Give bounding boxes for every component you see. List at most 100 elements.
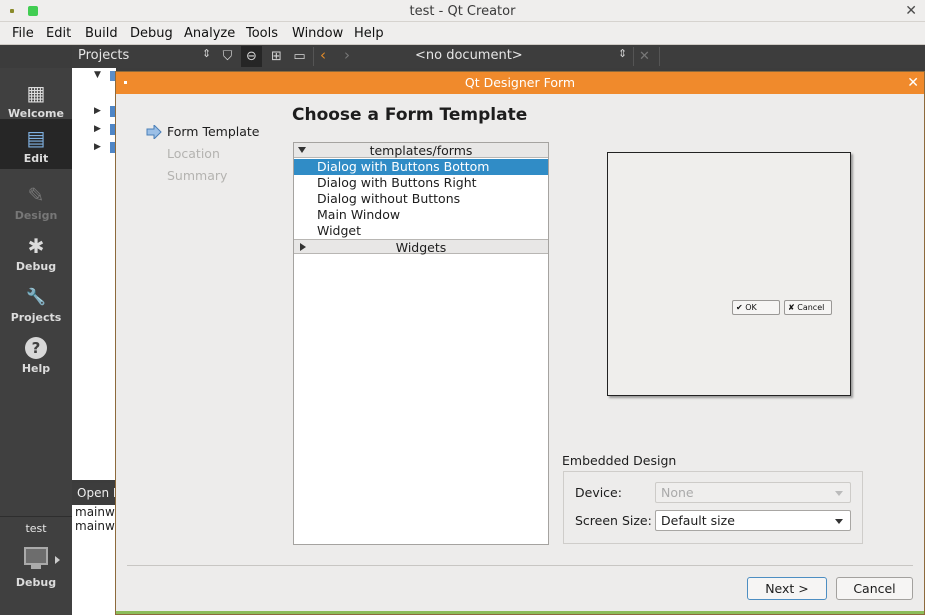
help-icon: ? [25,337,47,359]
mode-edit[interactable]: ▤ Edit [0,119,72,169]
wizard-step-location: Location [167,146,220,161]
mode-debug[interactable]: ✱ Debug [0,227,72,277]
window-close-icon[interactable]: ✕ [905,3,917,19]
menu-help[interactable]: Help [354,26,384,41]
qt-designer-form-dialog: Qt Designer Form ✕ Form Template Locatio… [115,71,925,615]
chevron-down-icon [835,519,843,524]
menu-debug[interactable]: Debug [130,26,173,41]
form-template-tree: templates/forms Dialog with Buttons Bott… [293,142,549,545]
kit-project-name: test [25,522,47,535]
check-icon: ✔ [736,303,743,312]
page-title: Choose a Form Template [292,105,528,125]
template-dialog-buttons-right[interactable]: Dialog with Buttons Right [294,175,548,191]
new-window-icon[interactable]: ▭ [289,46,310,67]
mode-label: Help [21,362,51,375]
forward-icon[interactable]: › [344,46,350,64]
editor-toolbar: Projects ⇕ ⛉ ⊖ ⊞ ▭ ‹ › <no document> ⇕ ✕ [72,45,925,68]
open-documents-list: mainwindow.cpp mainwindow.h [72,505,116,615]
preview-ok-button: ✔ OK [732,300,780,315]
tree-expand-icon[interactable]: ▶ [94,106,101,116]
next-button[interactable]: Next > [747,577,827,600]
mode-projects[interactable]: 🔧 Projects [0,278,72,328]
window-title: test - Qt Creator [409,4,516,19]
mode-selector: ▦ Welcome ▤ Edit ✎ Design ✱ Debug 🔧 Proj… [0,68,72,615]
pencil-icon: ✎ [27,183,45,207]
dialog-titlebar: Qt Designer Form ✕ [116,72,924,94]
screen-size-combo-value: Default size [661,513,735,528]
link-icon[interactable]: ⊖ [241,46,262,67]
mode-label: Design [14,209,58,222]
toolbar-separator [659,47,660,66]
kit-selector-monitor-icon[interactable] [24,547,48,565]
wrench-icon: 🔧 [26,287,46,306]
projects-combo[interactable]: Projects [78,48,129,63]
tree-expand-icon[interactable]: ▶ [94,124,101,134]
preview-cancel-button: ✘ Cancel [784,300,832,315]
grid-icon: ▦ [26,81,46,105]
embedded-design-group: Device: None Screen Size: Default size [563,471,863,544]
chevron-down-icon [835,491,843,496]
embedded-design-title: Embedded Design [562,453,677,468]
mode-label: Debug [15,260,57,273]
dialog-menu-icon[interactable] [124,81,127,84]
group-widgets[interactable]: Widgets [294,239,548,255]
menu-tools[interactable]: Tools [246,26,278,41]
mode-label: Edit [23,152,49,165]
screen-size-combo[interactable]: Default size [655,510,851,531]
document-icon: ▤ [26,126,46,150]
menu-analyze[interactable]: Analyze [184,26,235,41]
screen-size-label: Screen Size: [575,513,652,528]
tree-collapse-icon[interactable]: ▼ [94,70,101,80]
cancel-button[interactable]: Cancel [836,577,913,600]
menu-window[interactable]: Window [292,26,343,41]
menu-bar: File Edit Build Debug Analyze Tools Wind… [0,22,925,45]
mode-design[interactable]: ✎ Design [0,176,72,226]
dialog-separator [127,565,913,566]
current-step-arrow-icon [146,125,162,139]
kit-selector-arrow-icon[interactable] [55,556,60,564]
open-documents-header: Open Documents [72,483,116,505]
template-main-window[interactable]: Main Window [294,207,548,223]
bug-icon: ✱ [27,234,45,258]
dialog-bottom-edge [116,611,924,614]
monitor-stand [31,565,41,569]
device-combo[interactable]: None [655,482,851,503]
cancel-x-icon: ✘ [788,303,795,312]
document-combo-arrows-icon[interactable]: ⇕ [618,47,627,60]
template-dialog-buttons-bottom[interactable]: Dialog with Buttons Bottom [294,159,548,175]
device-combo-value: None [661,485,694,500]
mode-help[interactable]: ? Help [0,329,72,379]
window-titlebar: test - Qt Creator ✕ [0,0,925,22]
split-icon[interactable]: ⊞ [266,46,287,67]
close-document-icon[interactable]: ✕ [634,46,655,67]
preview-ok-label: OK [745,303,757,312]
dialog-title: Qt Designer Form [464,75,576,90]
mode-welcome[interactable]: ▦ Welcome [0,74,72,124]
group-label: templates/forms [369,143,473,158]
open-document-item[interactable]: mainwindow.h [75,519,116,533]
device-label: Device: [575,485,622,500]
open-document-item[interactable]: mainwindow.cpp [75,505,116,519]
template-widget[interactable]: Widget [294,223,548,239]
group-label: Widgets [395,240,447,255]
template-preview: ✔ OK ✘ Cancel [607,152,851,396]
back-icon[interactable]: ‹ [320,46,326,64]
toolbar-separator [313,47,314,66]
tree-expand-icon[interactable]: ▶ [94,142,101,152]
mode-label: Projects [10,311,62,324]
menu-edit[interactable]: Edit [46,26,71,41]
filter-icon[interactable]: ⛉ [217,46,238,67]
document-combo[interactable]: <no document> [415,48,523,63]
up-down-icon[interactable]: ⇕ [202,47,211,60]
menu-build[interactable]: Build [85,26,118,41]
mode-separator [0,516,72,517]
menu-file[interactable]: File [12,26,34,41]
preview-cancel-label: Cancel [797,303,825,312]
wizard-step-form-template: Form Template [167,124,260,139]
group-templates-forms[interactable]: templates/forms [294,143,548,158]
dialog-close-icon[interactable]: ✕ [907,72,919,94]
template-dialog-without-buttons[interactable]: Dialog without Buttons [294,191,548,207]
project-tree: ▼ ▶ ▶ ▶ [72,68,120,480]
kit-build-mode[interactable]: Debug [0,576,72,589]
wizard-step-summary: Summary [167,168,228,183]
